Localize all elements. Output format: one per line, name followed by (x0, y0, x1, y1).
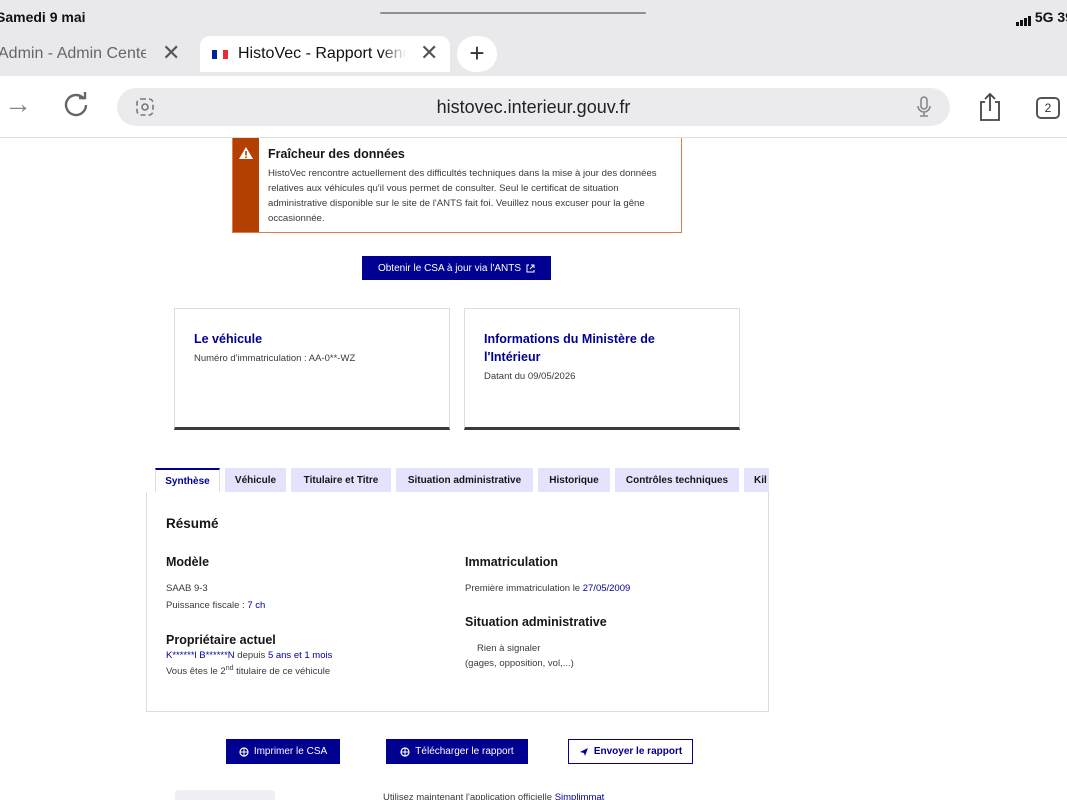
tab-controles-techniques[interactable]: Contrôles techniques (615, 468, 739, 492)
new-tab-button[interactable]: + (457, 36, 497, 72)
web-page: Fraîcheur des données HistoVec rencontre… (0, 138, 1067, 800)
warning-icon (239, 147, 253, 159)
print-icon (239, 746, 249, 757)
browser-tab-admin[interactable]: Admin - Admin Center ✕ (0, 36, 188, 72)
first-registration: Première immatriculation le 27/05/2009 (465, 583, 630, 594)
tab-historique[interactable]: Historique (538, 468, 610, 492)
alert-body: HistoVec rencontre actuellement des diff… (268, 168, 657, 224)
tab-synthese[interactable]: Synthèse (155, 468, 220, 492)
browser-toolbar: → histovec.interieur.gouv.fr 2 (0, 76, 1067, 138)
fiscal-label: Puissance fiscale : (166, 600, 248, 611)
send-report-button[interactable]: Envoyer le rapport (568, 739, 693, 764)
app-promo-text: Utilisez maintenant l'application offici… (383, 792, 604, 800)
owner-heading: Propriétaire actuel (166, 633, 276, 647)
url-text: histovec.interieur.gouv.fr (436, 97, 631, 117)
browser-tab-bar: Admin - Admin Center ✕ HistoVec - Rappor… (0, 32, 1067, 76)
close-tab-icon[interactable]: ✕ (162, 42, 180, 64)
holder-prefix: Vous êtes le 2 (166, 666, 226, 678)
tab-count-button[interactable]: 2 (1036, 97, 1060, 119)
holder-suffix: titulaire de ce véhicule (233, 666, 331, 678)
ministry-card: Informations du Ministère de l'Intérieur… (464, 308, 740, 430)
model-heading: Modèle (166, 555, 210, 569)
owner-since-value: 5 ans et 1 mois (267, 650, 333, 661)
status-bar: Samedi 9 mai 5G 39 (0, 0, 1067, 32)
signal-icon (1015, 10, 1032, 26)
alert-title: Fraîcheur des données (268, 147, 405, 161)
microphone-icon[interactable] (916, 96, 932, 118)
external-link-icon (526, 264, 535, 272)
data-date: Datant du 09/05/2026 (484, 371, 576, 382)
vehicle-card: Le véhicule Numéro d'immatriculation : A… (174, 308, 450, 430)
footer-text: Utilisez maintenant l'application offici… (383, 792, 555, 800)
owner-since-label: depuis (234, 650, 268, 661)
network-status: 5G 39 (1015, 9, 1067, 26)
button-label: Envoyer le rapport (593, 746, 683, 757)
first-registration-label: Première immatriculation le (465, 583, 583, 594)
download-icon (400, 746, 410, 757)
admin-status: Rien à signaler (477, 643, 541, 654)
summary-title: Résumé (166, 516, 219, 531)
get-csa-ants-button[interactable]: Obtenir le CSA à jour via l'ANTS (362, 256, 551, 280)
tab-title: HistoVec - Rapport vendeur (238, 45, 406, 62)
simplimmat-link[interactable]: Simplimmat (555, 792, 605, 800)
alert-side (233, 138, 259, 232)
multitask-indicator (380, 12, 646, 14)
status-date: Samedi 9 mai (0, 9, 86, 25)
download-report-button[interactable]: Télécharger le rapport (386, 739, 528, 764)
address-bar[interactable]: histovec.interieur.gouv.fr (117, 88, 950, 126)
french-flag-icon (212, 49, 228, 59)
report-tabs: Synthèse Véhicule Titulaire et Titre Sit… (155, 468, 769, 492)
fiscal-power: Puissance fiscale : 7 ch (166, 600, 265, 611)
admin-heading: Situation administrative (465, 615, 607, 629)
reload-icon[interactable] (62, 90, 90, 123)
summary-panel: Résumé Modèle SAAB 9-3 Puissance fiscale… (146, 492, 769, 712)
fiscal-value: 7 ch (247, 600, 266, 611)
holder-rank: Vous êtes le 2nd titulaire de ce véhicul… (166, 665, 330, 677)
first-registration-date: 27/05/2009 (582, 583, 631, 594)
app-banner-image (175, 790, 275, 800)
owner-name: K******l B******N (166, 650, 235, 661)
button-label: Imprimer le CSA (253, 746, 328, 757)
registration-heading: Immatriculation (465, 555, 559, 569)
print-csa-button[interactable]: Imprimer le CSA (226, 739, 340, 764)
forward-icon[interactable]: → (4, 90, 32, 118)
send-icon (579, 747, 588, 756)
network-label: 5G 39 (1034, 9, 1067, 25)
tab-situation-administrative[interactable]: Situation administrative (396, 468, 533, 492)
tab-title: Admin - Admin Center (0, 45, 146, 62)
tab-kilometrage[interactable]: Kil (744, 468, 769, 492)
model-value: SAAB 9-3 (166, 583, 208, 594)
button-label: Télécharger le rapport (415, 746, 514, 757)
button-label: Obtenir le CSA à jour via l'ANTS (377, 262, 522, 274)
owner-line: K******l B******N depuis 5 ans et 1 mois (166, 650, 332, 661)
admin-note: (gages, opposition, vol,...) (465, 658, 574, 669)
share-icon[interactable] (977, 92, 1003, 122)
browser-tab-histovec[interactable]: HistoVec - Rapport vendeur ✕ (200, 36, 450, 72)
plate-number: Numéro d'immatriculation : AA-0**-WZ (194, 353, 356, 364)
card-title: Le véhicule (194, 332, 263, 346)
data-freshness-alert: Fraîcheur des données HistoVec rencontre… (232, 138, 682, 233)
close-tab-icon[interactable]: ✕ (420, 42, 438, 64)
tab-vehicule[interactable]: Véhicule (225, 468, 286, 492)
tab-titulaire[interactable]: Titulaire et Titre (291, 468, 391, 492)
card-title: Informations du Ministère de l'Intérieur (484, 332, 655, 364)
